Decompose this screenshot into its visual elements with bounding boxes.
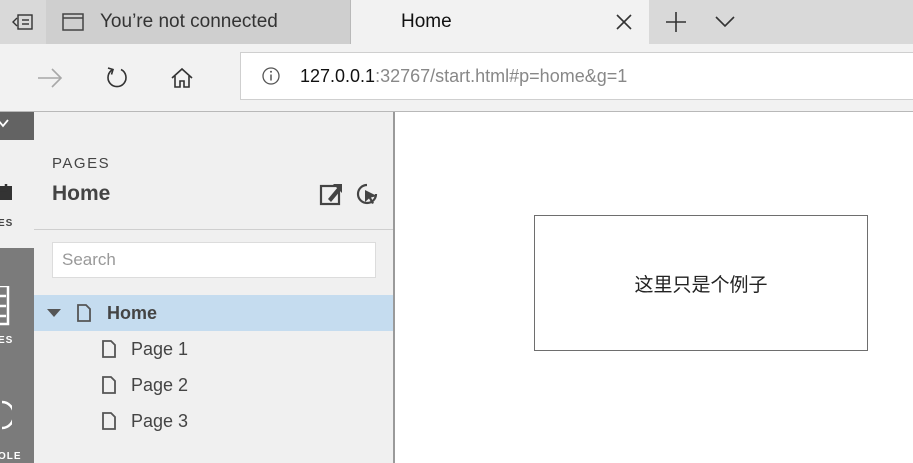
new-tab-button[interactable] bbox=[662, 10, 690, 34]
page-canvas: 这里只是个例子 bbox=[395, 112, 913, 463]
url-host: 127.0.0.1 bbox=[300, 65, 376, 86]
rail-label: OLE bbox=[0, 451, 22, 462]
window-icon bbox=[62, 13, 84, 31]
tab-title: Home bbox=[401, 11, 452, 32]
example-rectangle[interactable]: 这里只是个例子 bbox=[534, 215, 868, 351]
address-bar[interactable]: 127.0.0.1:32767/start.html#p=home&g=1 bbox=[240, 52, 913, 100]
info-icon bbox=[262, 67, 280, 85]
rail-tab-console[interactable]: OLE bbox=[0, 382, 34, 463]
home-icon bbox=[171, 67, 193, 88]
page-icon bbox=[102, 412, 116, 430]
close-icon bbox=[616, 14, 632, 30]
url-path: :32767/start.html#p=home&g=1 bbox=[375, 65, 628, 86]
tab-preview-button[interactable] bbox=[709, 10, 741, 34]
console-icon bbox=[1, 400, 12, 430]
rail-collapse[interactable] bbox=[0, 112, 34, 140]
tree-item-page-1[interactable]: Page 1 bbox=[34, 331, 393, 367]
tab-bar: You’re not connected Home bbox=[0, 0, 913, 44]
pages-panel: PAGES Home Home Page 1 Page 2 Pa bbox=[34, 112, 395, 463]
panel-heading: PAGES bbox=[52, 155, 111, 172]
chevron-down-icon bbox=[0, 119, 9, 128]
panel-divider bbox=[34, 229, 393, 230]
page-icon bbox=[102, 340, 116, 358]
chevron-down-icon bbox=[715, 16, 735, 28]
cursor-target-icon[interactable] bbox=[355, 182, 379, 206]
tree-item-label: Page 1 bbox=[131, 338, 189, 359]
tree-item-page-3[interactable]: Page 3 bbox=[34, 403, 393, 439]
page-icon bbox=[102, 376, 116, 394]
home-button[interactable] bbox=[162, 58, 202, 98]
caret-down-icon[interactable] bbox=[47, 309, 61, 317]
arrow-right-icon bbox=[38, 68, 63, 88]
tab-not-connected[interactable]: You’re not connected bbox=[46, 0, 351, 44]
panel-title: Home bbox=[52, 182, 111, 205]
masters-icon bbox=[0, 286, 10, 326]
tree-item-home[interactable]: Home bbox=[34, 295, 393, 331]
refresh-icon bbox=[107, 67, 127, 88]
plus-icon bbox=[666, 12, 686, 32]
rail-tab-pages[interactable]: ES bbox=[0, 140, 34, 248]
set-aside-icon bbox=[12, 14, 33, 30]
tree-item-label: Home bbox=[107, 302, 158, 323]
example-text: 这里只是个例子 bbox=[634, 274, 768, 296]
left-rail: ES ES OLE bbox=[0, 112, 34, 463]
search-input[interactable] bbox=[52, 242, 376, 278]
rail-tab-masters[interactable]: ES bbox=[0, 272, 34, 352]
tree-item-label: Page 2 bbox=[131, 374, 189, 395]
tab-home[interactable]: Home bbox=[351, 0, 649, 44]
tree-item-label: Page 3 bbox=[131, 410, 189, 431]
navigation-bar: 127.0.0.1:32767/start.html#p=home&g=1 bbox=[0, 44, 913, 112]
tree-item-page-2[interactable]: Page 2 bbox=[34, 367, 393, 403]
pages-icon bbox=[0, 184, 12, 200]
tab-title: You’re not connected bbox=[100, 11, 278, 32]
rail-label: ES bbox=[0, 218, 14, 229]
set-tabs-aside-button[interactable] bbox=[0, 0, 47, 44]
open-in-new-window-icon[interactable] bbox=[319, 182, 343, 206]
page-icon bbox=[77, 304, 91, 322]
refresh-button[interactable] bbox=[97, 58, 137, 98]
forward-button[interactable] bbox=[30, 58, 70, 98]
close-tab-button[interactable] bbox=[613, 11, 635, 33]
rail-label: ES bbox=[0, 335, 14, 346]
